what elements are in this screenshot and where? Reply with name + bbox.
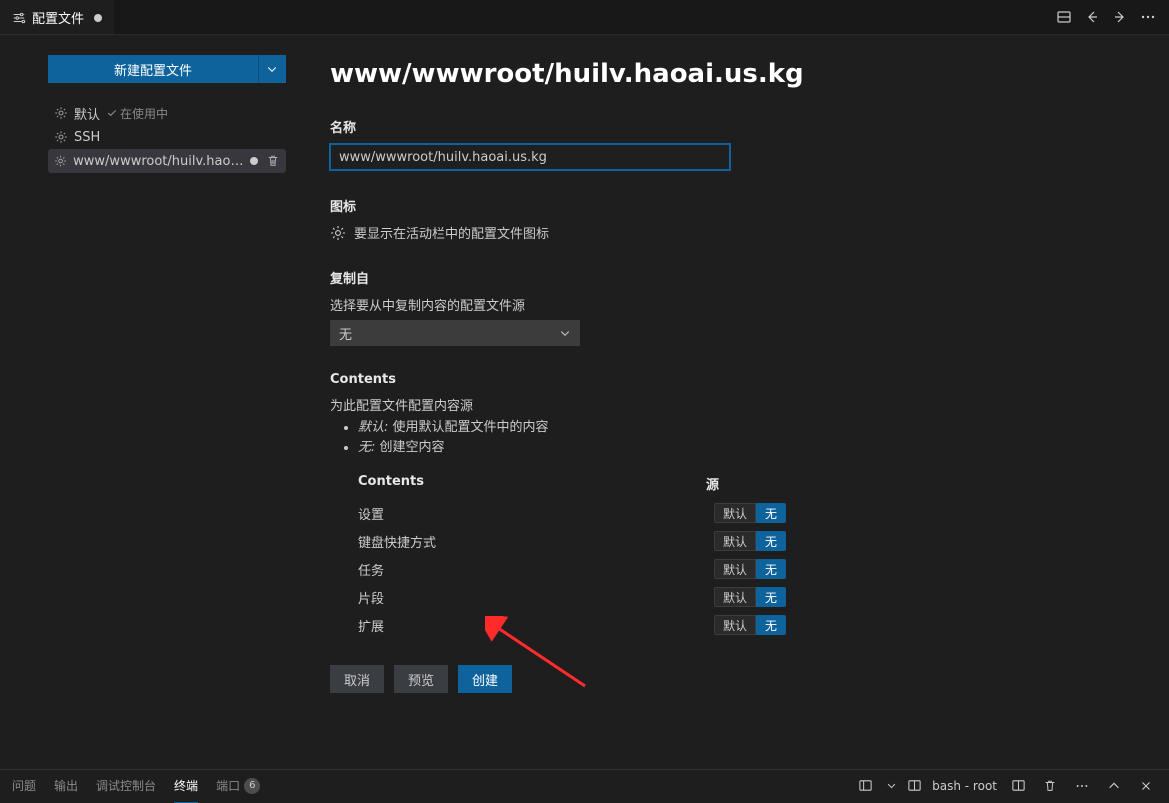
- editor-tab-profiles[interactable]: 配置文件: [0, 0, 114, 34]
- panel-tab-debug[interactable]: 调试控制台: [96, 777, 156, 794]
- contents-row-name: 设置: [334, 504, 714, 523]
- panel-maximize-button[interactable]: [1103, 775, 1125, 797]
- ellipsis-icon: [1075, 779, 1089, 793]
- copy-source-select[interactable]: 无: [330, 320, 580, 346]
- terminal-icon: [907, 778, 922, 793]
- delete-profile-button[interactable]: [266, 154, 280, 168]
- ports-count-badge: 6: [244, 778, 260, 794]
- trash-icon: [1043, 779, 1057, 793]
- bottom-panel: 问题 输出 调试控制台 终端 端口6 bash - root: [0, 769, 1169, 801]
- contents-label: Contents: [330, 372, 790, 387]
- new-profile-dropdown-button[interactable]: [258, 55, 286, 83]
- chevron-down-icon: [559, 327, 571, 339]
- gear-icon: [54, 106, 68, 120]
- panel-tab-ports[interactable]: 端口6: [216, 777, 260, 794]
- source-none-button[interactable]: 无: [756, 531, 786, 551]
- chevron-down-icon: [266, 63, 278, 75]
- source-none-button[interactable]: 无: [756, 587, 786, 607]
- layout-icon: [1056, 9, 1072, 25]
- source-none-button[interactable]: 无: [756, 615, 786, 635]
- split-left-button[interactable]: [854, 775, 876, 797]
- nav-back-button[interactable]: [1079, 4, 1105, 30]
- page-title: www/wwwroot/huilv.haoai.us.kg: [330, 59, 1139, 89]
- ellipsis-icon: [1140, 9, 1156, 25]
- chevron-down-icon[interactable]: [886, 780, 897, 791]
- source-default-button[interactable]: 默认: [714, 587, 756, 607]
- create-button[interactable]: 创建: [458, 665, 512, 693]
- profile-item-label: SSH: [74, 130, 100, 145]
- chevron-up-icon: [1107, 779, 1121, 793]
- profile-item-label: www/wwwroot/huilv.haoai…: [73, 154, 244, 169]
- tab-bar: 配置文件: [0, 0, 1169, 35]
- new-profile-label: 新建配置文件: [114, 60, 192, 79]
- arrow-left-icon: [1084, 9, 1100, 25]
- tab-title: 配置文件: [32, 8, 84, 27]
- source-default-button[interactable]: 默认: [714, 559, 756, 579]
- kill-terminal-button[interactable]: [1039, 775, 1061, 797]
- check-icon: [106, 107, 118, 119]
- panel-tab-problems[interactable]: 问题: [12, 777, 36, 794]
- profile-item-wwwroot[interactable]: www/wwwroot/huilv.haoai…: [48, 149, 286, 173]
- contents-row: 扩展默认无: [330, 611, 790, 639]
- gear-icon[interactable]: [330, 225, 346, 241]
- panel-tab-terminal[interactable]: 终端: [174, 777, 198, 794]
- layout-sidebar-left-icon: [858, 778, 873, 793]
- panel-tab-output[interactable]: 输出: [54, 777, 78, 794]
- split-icon: [1011, 778, 1026, 793]
- contents-table: Contents 源 设置默认无键盘快捷方式默认无任务默认无片段默认无扩展默认无: [330, 468, 790, 639]
- contents-row-name: 片段: [334, 588, 714, 607]
- copy-label: 复制自: [330, 268, 790, 287]
- contents-row-name: 键盘快捷方式: [334, 532, 714, 551]
- profile-in-use-badge: 在使用中: [106, 105, 168, 122]
- split-terminal-button[interactable]: [1007, 775, 1029, 797]
- source-col-header: 源: [706, 474, 786, 493]
- source-none-button[interactable]: 无: [756, 503, 786, 523]
- nav-forward-button[interactable]: [1107, 4, 1133, 30]
- dirty-indicator-icon: [250, 157, 258, 165]
- dirty-indicator-icon: [94, 14, 102, 22]
- panel-close-button[interactable]: [1135, 775, 1157, 797]
- profile-name-input[interactable]: [330, 144, 730, 170]
- contents-bullets: 默认: 使用默认配置文件中的内容 无: 创建空内容: [330, 418, 790, 458]
- profiles-sidebar: 新建配置文件 默认 在使用中 SSH: [0, 35, 300, 769]
- name-label: 名称: [330, 117, 790, 136]
- profile-editor: www/wwwroot/huilv.haoai.us.kg 名称 图标 要显示在…: [300, 35, 1169, 769]
- contents-row: 任务默认无: [330, 555, 790, 583]
- close-icon: [1139, 779, 1153, 793]
- new-profile-button[interactable]: 新建配置文件: [48, 55, 258, 83]
- icon-desc: 要显示在活动栏中的配置文件图标: [354, 223, 549, 242]
- gear-icon: [54, 130, 68, 144]
- source-default-button[interactable]: 默认: [714, 531, 756, 551]
- contents-col-header: Contents: [334, 474, 706, 493]
- gear-icon: [54, 154, 67, 168]
- settings-sliders-icon: [12, 11, 26, 25]
- layout-toggle-button[interactable]: [1051, 4, 1077, 30]
- panel-more-button[interactable]: [1071, 775, 1093, 797]
- icon-label: 图标: [330, 196, 790, 215]
- profiles-list: 默认 在使用中 SSH www/wwwroot/huilv.haoai…: [48, 101, 286, 173]
- contents-row: 键盘快捷方式默认无: [330, 527, 790, 555]
- contents-desc: 为此配置文件配置内容源: [330, 395, 790, 414]
- contents-row: 片段默认无: [330, 583, 790, 611]
- arrow-right-icon: [1112, 9, 1128, 25]
- profile-item-default[interactable]: 默认 在使用中: [48, 101, 286, 125]
- copy-desc: 选择要从中复制内容的配置文件源: [330, 295, 790, 314]
- source-none-button[interactable]: 无: [756, 559, 786, 579]
- source-default-button[interactable]: 默认: [714, 503, 756, 523]
- profile-item-label: 默认: [74, 104, 100, 123]
- contents-row: 设置默认无: [330, 499, 790, 527]
- cancel-button[interactable]: 取消: [330, 665, 384, 693]
- contents-row-name: 扩展: [334, 616, 714, 635]
- profile-item-ssh[interactable]: SSH: [48, 125, 286, 149]
- terminal-name-label: bash - root: [932, 779, 997, 793]
- preview-button[interactable]: 预览: [394, 665, 448, 693]
- copy-select-value: 无: [339, 324, 352, 343]
- source-default-button[interactable]: 默认: [714, 615, 756, 635]
- contents-row-name: 任务: [334, 560, 714, 579]
- more-actions-button[interactable]: [1135, 4, 1161, 30]
